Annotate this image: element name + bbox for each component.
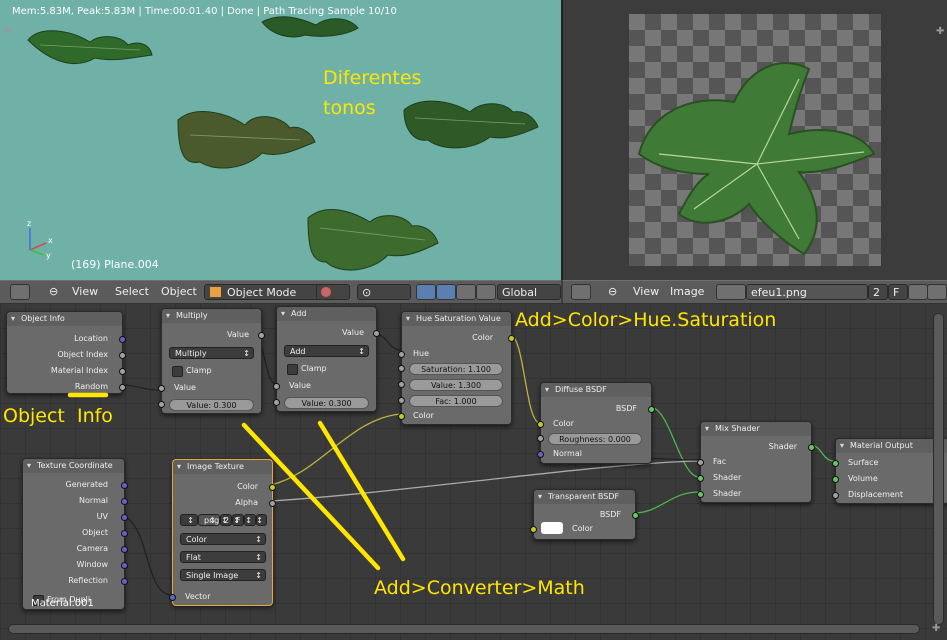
annotation-object-info: Object Info xyxy=(3,405,113,427)
axis-z-label: z xyxy=(27,219,31,228)
image-users-count[interactable]: 2 xyxy=(868,284,888,300)
manipulator-icon[interactable] xyxy=(416,284,436,300)
fake-user-button[interactable]: F xyxy=(888,284,908,300)
cube-icon xyxy=(210,287,221,297)
translate-icon[interactable] xyxy=(436,284,456,300)
menu-object[interactable]: Object xyxy=(161,284,197,300)
annotation-tones: Diferentes tonos xyxy=(323,67,422,119)
corner-plus-icon[interactable]: ✚ xyxy=(936,26,944,37)
view3d-header: ⊖ View Select Object Object Mode ⊙ Globa… xyxy=(0,280,561,304)
material-name-label: Material.001 xyxy=(31,598,94,609)
new-image-icon[interactable] xyxy=(908,284,928,300)
menu-view[interactable]: View xyxy=(633,284,659,300)
corner-plus-icon[interactable]: ✚ xyxy=(932,623,940,634)
orientation-dropdown[interactable]: Global xyxy=(497,284,561,300)
mode-dropdown[interactable]: Object Mode xyxy=(204,284,320,300)
open-image-icon[interactable] xyxy=(927,284,947,300)
shading-dropdown[interactable] xyxy=(316,284,350,300)
shading-sphere-icon xyxy=(321,287,331,297)
corner-plus-icon[interactable]: ✚ xyxy=(3,26,11,37)
mode-label: Object Mode xyxy=(227,286,297,299)
image-name-label: efeu1.png xyxy=(751,286,807,299)
orientation-label: Global xyxy=(502,286,538,299)
editor-type-icon[interactable] xyxy=(10,284,30,300)
leaf-render: x z y xyxy=(27,16,539,271)
axis-y-label: y xyxy=(46,251,51,260)
menu-select[interactable]: Select xyxy=(115,284,149,300)
render-viewport[interactable]: x z y Mem:5.83M, Peak:5.83M | Time:00:01… xyxy=(0,0,563,280)
image-name-field[interactable]: efeu1.png xyxy=(746,284,868,300)
horizontal-scrollbar[interactable] xyxy=(8,624,920,634)
leaf-image xyxy=(637,62,876,256)
collapse-icon[interactable]: ⊖ xyxy=(49,284,58,300)
image-editor-view[interactable]: ✚ xyxy=(563,0,947,280)
annotation-math: Add>Converter>Math xyxy=(374,577,585,599)
collapse-icon[interactable]: ⊖ xyxy=(608,284,617,300)
scale-icon[interactable] xyxy=(476,284,496,300)
axis-x-label: x xyxy=(48,236,53,245)
menu-image[interactable]: Image xyxy=(670,284,704,300)
vertical-scrollbar[interactable] xyxy=(933,313,944,625)
image-canvas[interactable] xyxy=(629,14,881,266)
object-name-label: (169) Plane.004 xyxy=(71,258,159,271)
menu-view[interactable]: View xyxy=(72,284,98,300)
image-editor-type-icon[interactable] xyxy=(571,284,591,300)
node-editor[interactable]: Object Info Location Object Index Materi… xyxy=(0,303,947,640)
image-header: ⊖ View Image efeu1.png 2 F xyxy=(563,280,947,304)
image-browse-icon[interactable] xyxy=(716,284,746,300)
annotation-hue-saturation: Add>Color>Hue.Saturation xyxy=(515,309,777,331)
render-status: Mem:5.83M, Peak:5.83M | Time:00:01.40 | … xyxy=(12,6,397,17)
rotate-icon[interactable] xyxy=(456,284,476,300)
pivot-dropdown[interactable]: ⊙ xyxy=(357,284,411,300)
pivot-icon: ⊙ xyxy=(362,286,372,299)
